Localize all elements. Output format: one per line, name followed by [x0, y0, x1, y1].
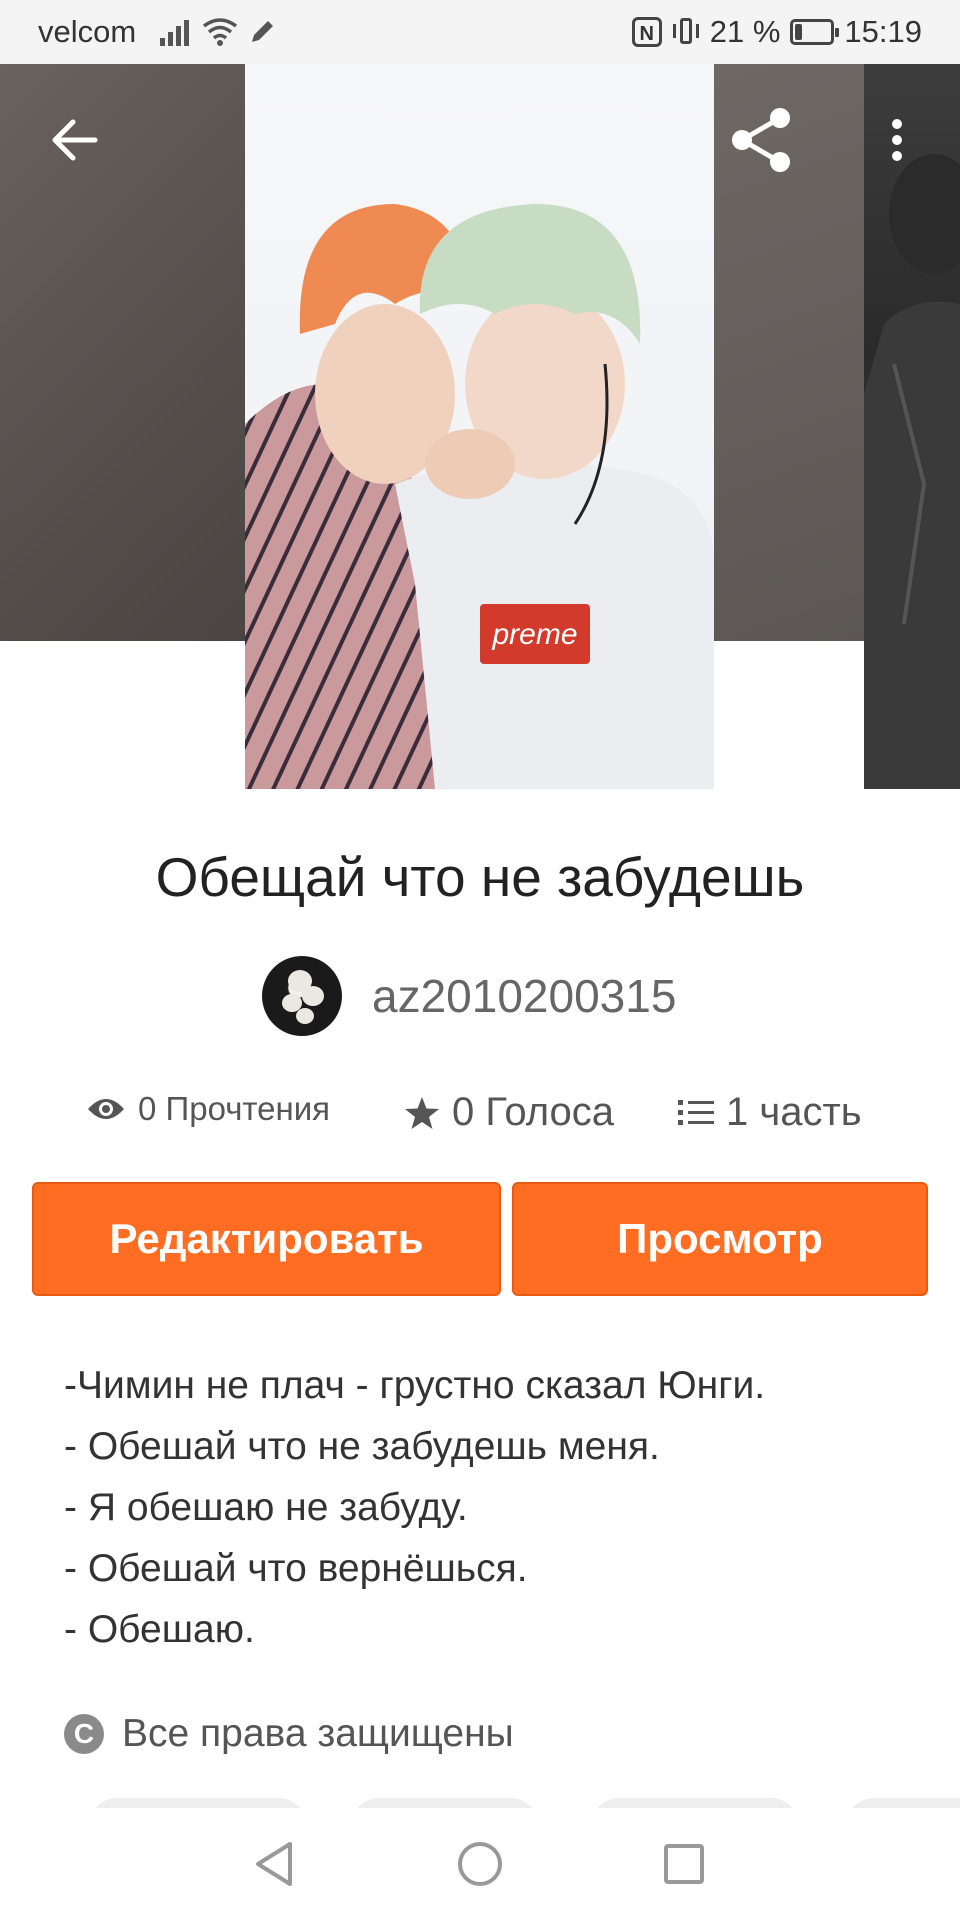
votes-count: 0 Голоса [452, 1090, 614, 1134]
nfc-icon: N [631, 17, 662, 47]
edit-button[interactable]: Редактировать [32, 1182, 501, 1296]
square-recents-icon [664, 1844, 704, 1884]
avatar[interactable] [262, 956, 342, 1036]
reads-count: 0 Прочтения [138, 1090, 331, 1127]
view-button[interactable]: Просмотр [512, 1182, 928, 1296]
story-title: Обещай что не забудешь [155, 846, 805, 908]
description-line: - Обешай что не забудешь меня. [64, 1425, 660, 1468]
author-name[interactable]: az2010200315 [372, 969, 676, 1023]
copyright-text: Все права защищены [122, 1712, 514, 1755]
share-icon [732, 108, 790, 172]
nav-back-button[interactable] [246, 1836, 302, 1892]
cover-next[interactable] [864, 64, 960, 789]
story-description: -Чимин не плач - грустно сказал Юнги. - … [64, 1355, 924, 1660]
description-line: - Обешай что вернёшься. [64, 1547, 528, 1590]
more-menu-button[interactable] [872, 110, 922, 170]
votes-stat: 0 Голоса [404, 1090, 614, 1135]
reads-stat: 0 Прочтения [86, 1090, 330, 1128]
system-nav-bar [0, 1808, 960, 1920]
status-bar: velcom N 21 % 15:19 [0, 0, 960, 64]
list-icon [678, 1099, 714, 1125]
parts-count: 1 часть [726, 1090, 862, 1134]
nav-home-button[interactable] [452, 1836, 508, 1892]
description-line: - Обешаю. [64, 1608, 255, 1651]
clock: 15:19 [844, 14, 922, 49]
battery-percent: 21 % [709, 14, 781, 49]
back-button[interactable] [44, 110, 104, 170]
battery-icon [790, 19, 840, 45]
more-vertical-icon [892, 119, 902, 161]
description-line: -Чимин не плач - грустно сказал Юнги. [64, 1364, 766, 1407]
wifi-icon [202, 18, 238, 46]
svg-text:preme: preme [491, 618, 577, 651]
share-button[interactable] [726, 104, 798, 176]
cover-previous[interactable] [0, 64, 245, 641]
parts-stat: 1 часть [678, 1090, 862, 1135]
signal-icon [160, 18, 189, 46]
triangle-back-icon [256, 1842, 292, 1886]
copyright-row: C Все права защищены [64, 1712, 514, 1756]
cover-carousel[interactable]: preme [0, 64, 960, 789]
star-icon [405, 1096, 439, 1129]
author-row[interactable]: az2010200315 [262, 956, 676, 1036]
description-line: - Я обешаю не забуду. [64, 1486, 468, 1529]
battery-fill [795, 24, 803, 40]
arrow-left-icon [52, 119, 98, 161]
story-stats: 0 Прочтения 0 Голоса 1 часть [0, 1090, 960, 1140]
circle-home-icon [458, 1842, 502, 1886]
vibrate-icon [672, 16, 700, 48]
copyright-icon: C [64, 1714, 104, 1754]
edit-pen-icon [252, 21, 273, 42]
nav-recents-button[interactable] [656, 1836, 712, 1892]
cover-image[interactable]: preme [245, 64, 714, 789]
carrier-name: velcom [38, 14, 137, 49]
eye-icon [88, 1099, 124, 1119]
